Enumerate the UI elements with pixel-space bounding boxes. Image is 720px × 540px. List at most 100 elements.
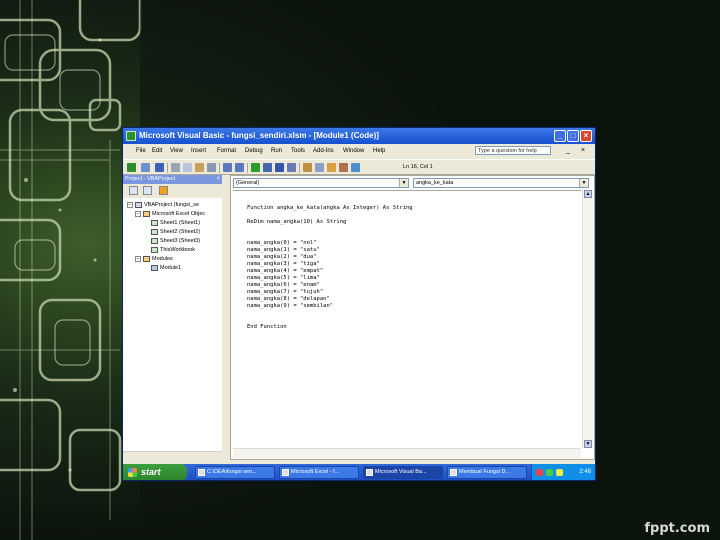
tree-node-excel-objects[interactable]: − Microsoft Excel Objec <box>135 210 205 219</box>
procedure-dropdown-value: angka_ke_kata <box>416 180 454 186</box>
ask-question-input[interactable]: Type a question for help <box>475 146 551 155</box>
taskbar-item-explorer[interactable]: C:\DEA\fungsi sen... <box>195 466 275 479</box>
mdi-minimize-button[interactable]: _ <box>563 146 573 155</box>
code-line: nama_angka(1) = "satu" <box>247 247 320 253</box>
toolbox-icon[interactable] <box>339 163 348 172</box>
tree-node-sheet1[interactable]: Sheet1 (Sheet1) <box>151 219 200 228</box>
workbook-icon <box>151 246 158 253</box>
copy-icon[interactable] <box>183 163 192 172</box>
menu-tools[interactable]: Tools <box>291 144 305 158</box>
project-explorer: Project - VBAProject × − VBAProject (fung… <box>123 175 224 460</box>
mdi-close-button[interactable]: × <box>578 146 588 155</box>
save-icon[interactable] <box>155 163 164 172</box>
taskbar-item-word[interactable]: Membuat Fungsi D... <box>447 466 527 479</box>
tray-network-icon[interactable] <box>546 469 553 476</box>
reset-icon[interactable] <box>275 163 284 172</box>
code-editor[interactable]: Function angka_ke_kata(angka As Integer)… <box>233 190 581 449</box>
view-code-icon[interactable] <box>129 186 138 195</box>
menu-view[interactable]: View <box>170 144 183 158</box>
folder-icon <box>198 469 205 476</box>
code-vertical-scrollbar[interactable]: ▲ ▼ <box>582 190 593 448</box>
project-close-button[interactable]: × <box>216 175 220 184</box>
scroll-up-icon[interactable]: ▲ <box>584 190 592 198</box>
redo-icon[interactable] <box>235 163 244 172</box>
start-button[interactable]: start <box>123 464 187 480</box>
project-toolbar <box>123 184 222 198</box>
code-window: (General) ▼ angka_ke_kata ▼ Function ang… <box>230 175 595 460</box>
close-button[interactable]: × <box>580 130 592 142</box>
project-explorer-title: Project - VBAProject <box>125 176 176 182</box>
tree-node-thisworkbook[interactable]: ThisWorkbook <box>151 246 195 255</box>
design-mode-icon[interactable] <box>287 163 296 172</box>
code-line: ReDim nama_angka(10) As String <box>247 219 347 225</box>
run-icon[interactable] <box>251 163 260 172</box>
menu-edit[interactable]: Edit <box>152 144 162 158</box>
vba-app-icon <box>126 131 136 141</box>
menu-insert[interactable]: Insert <box>191 144 206 158</box>
taskbar-item-excel[interactable]: Microsoft Excel - f... <box>279 466 359 479</box>
taskbar-item-vba[interactable]: Microsoft Visual Ba... <box>363 466 443 479</box>
code-line: nama_angka(6) = "enam" <box>247 282 320 288</box>
procedure-dropdown[interactable]: angka_ke_kata ▼ <box>413 178 589 188</box>
toolbar-separator <box>219 163 220 173</box>
code-line: nama_angka(0) = "nol" <box>247 240 317 246</box>
code-horizontal-scrollbar[interactable] <box>233 448 581 458</box>
help-icon[interactable] <box>351 163 360 172</box>
code-line: nama_angka(9) = "sembilan" <box>247 303 334 309</box>
windows-flag-icon <box>128 468 137 477</box>
scroll-down-icon[interactable]: ▼ <box>584 440 592 448</box>
tree-node-sheet2[interactable]: Sheet2 (Sheet2) <box>151 228 200 237</box>
project-horizontal-scrollbar[interactable] <box>123 451 222 460</box>
cut-icon[interactable] <box>171 163 180 172</box>
title-bar[interactable]: Microsoft Visual Basic - fungsi_sendiri.… <box>123 128 595 144</box>
menu-debug[interactable]: Debug <box>245 144 263 158</box>
tree-node-sheet3[interactable]: Sheet3 (Sheet3) <box>151 237 200 246</box>
toolbar-separator <box>247 163 248 173</box>
cursor-position: Ln 16, Col 1 <box>403 164 433 170</box>
object-browser-icon[interactable] <box>327 163 336 172</box>
view-object-icon[interactable] <box>143 186 152 195</box>
code-line: nama_angka(8) = "delapan" <box>247 296 330 302</box>
tree-node-vbaproject[interactable]: − VBAProject (fungsi_se <box>127 201 199 210</box>
minimize-button[interactable]: _ <box>554 130 566 142</box>
chevron-down-icon[interactable]: ▼ <box>399 179 408 187</box>
tree-node-module1[interactable]: Module1 <box>151 264 181 273</box>
toolbar-separator <box>299 163 300 173</box>
system-tray: 2:46 <box>531 464 595 480</box>
tree-node-modules[interactable]: − Modules <box>135 255 173 264</box>
tray-app-icon[interactable] <box>536 469 543 476</box>
code-line: nama_angka(3) = "tiga" <box>247 261 320 267</box>
find-icon[interactable] <box>207 163 216 172</box>
menu-run[interactable]: Run <box>271 144 282 158</box>
object-dropdown[interactable]: (General) ▼ <box>233 178 409 188</box>
menu-file[interactable]: File <box>136 144 146 158</box>
tray-volume-icon[interactable] <box>556 469 563 476</box>
code-line: nama_angka(7) = "tujuh" <box>247 289 324 295</box>
collapse-icon[interactable]: − <box>127 201 133 208</box>
project-explorer-icon[interactable] <box>303 163 312 172</box>
code-line: nama_angka(2) = "dua" <box>247 254 317 260</box>
collapse-icon[interactable]: − <box>135 255 141 262</box>
toolbar-separator <box>167 163 168 173</box>
word-icon <box>450 469 457 476</box>
menu-add-ins[interactable]: Add-Ins <box>313 144 334 158</box>
insert-module-icon[interactable] <box>141 163 150 172</box>
view-excel-icon[interactable] <box>127 163 136 172</box>
maximize-button[interactable]: □ <box>567 130 579 142</box>
break-icon[interactable] <box>263 163 272 172</box>
worksheet-icon <box>151 237 158 244</box>
slide-footer-brand: fppt.com <box>644 521 710 536</box>
undo-icon[interactable] <box>223 163 232 172</box>
paste-icon[interactable] <box>195 163 204 172</box>
menu-format[interactable]: Format <box>217 144 236 158</box>
properties-icon[interactable] <box>315 163 324 172</box>
code-line: nama_angka(5) = "lima" <box>247 275 320 281</box>
worksheet-icon <box>151 219 158 226</box>
vba-editor-window: Microsoft Visual Basic - fungsi_sendiri.… <box>122 127 596 481</box>
menu-help[interactable]: Help <box>373 144 385 158</box>
collapse-icon[interactable]: − <box>135 210 141 217</box>
menu-window[interactable]: Window <box>343 144 364 158</box>
chevron-down-icon[interactable]: ▼ <box>579 179 588 187</box>
project-icon <box>135 201 142 208</box>
toggle-folders-icon[interactable] <box>159 186 168 195</box>
